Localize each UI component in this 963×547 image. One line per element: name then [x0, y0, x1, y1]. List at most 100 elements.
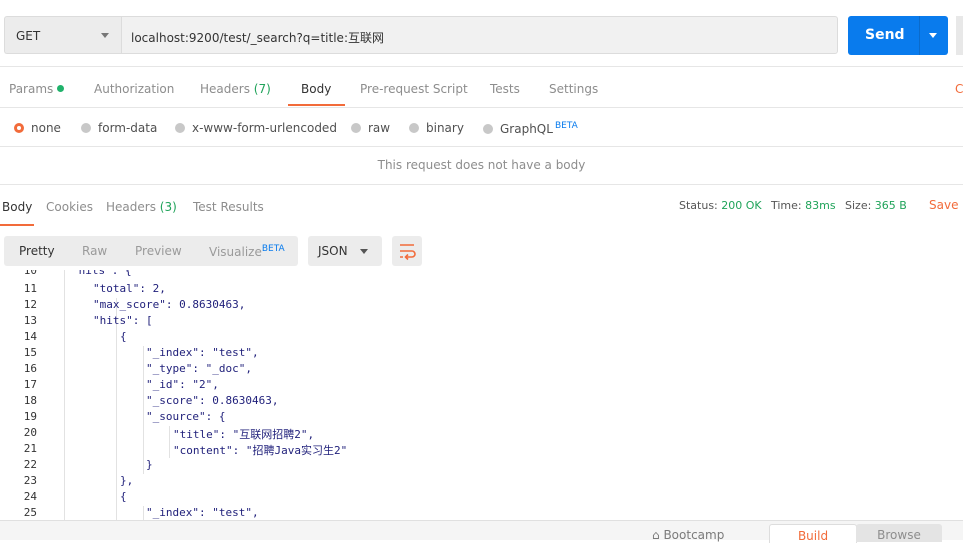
code-text: },: [120, 474, 134, 487]
tab-label: Tests: [490, 82, 520, 96]
code-line: 14 {: [0, 330, 963, 346]
tab-label: Body: [2, 200, 33, 214]
send-button[interactable]: Send: [848, 16, 919, 55]
url-value: localhost:9200/test/_search?q=title:互联网: [131, 31, 384, 45]
code-text: "_type": "_doc",: [146, 362, 252, 375]
size-label: Size:: [845, 199, 872, 212]
tab-authorization[interactable]: Authorization: [94, 82, 174, 96]
code-text: "_source": {: [146, 410, 226, 423]
code-text: "hits": [: [93, 314, 153, 327]
code-line: 21 "content": "招聘Java实习生2": [0, 442, 963, 458]
beta-badge: BETA: [554, 121, 578, 131]
tab-body[interactable]: Body: [301, 82, 331, 96]
code-text: "_score": 0.8630463,: [146, 394, 279, 407]
save-response-button[interactable]: Save R: [929, 198, 963, 212]
tab-label: Pre-request Script: [360, 82, 468, 96]
line-number: 13: [23, 314, 37, 327]
line-number: 10: [23, 270, 37, 277]
tab-label: Params: [9, 82, 54, 96]
view-raw-button[interactable]: Raw: [82, 244, 107, 258]
radio-graphql[interactable]: GraphQL BETA: [483, 121, 578, 136]
radio-icon: [81, 123, 91, 133]
radio-icon: [351, 123, 361, 133]
view-mode-group: Pretty Raw Preview VisualizeBETA: [4, 236, 298, 266]
code-line: 13 "hits": [: [0, 314, 963, 330]
tab-label: Authorization: [94, 82, 175, 96]
radio-raw[interactable]: raw: [351, 121, 390, 135]
build-tab[interactable]: Build: [769, 524, 857, 543]
response-code-view[interactable]: 10 "hits": {11 "total": 2, 12 "max_score": 0…: [0, 270, 963, 520]
save-button-edge[interactable]: [956, 16, 963, 55]
tab-pre-request-script[interactable]: Pre-request Script: [360, 82, 468, 96]
tab-count: (7): [253, 82, 271, 96]
send-label: Send: [865, 27, 905, 43]
tab-tests[interactable]: Tests: [490, 82, 520, 96]
radio-icon: [175, 123, 185, 133]
wrap-lines-button[interactable]: [392, 236, 422, 266]
line-number: 22: [23, 458, 37, 471]
method-select[interactable]: GET: [4, 16, 121, 54]
radio-label: none: [31, 121, 61, 135]
code-line: 15 "_index": "test",: [0, 346, 963, 362]
code-text: "total": 2,: [93, 282, 166, 295]
view-pretty-button[interactable]: Pretty: [19, 244, 55, 258]
line-number: 24: [23, 490, 37, 503]
format-select[interactable]: JSON: [308, 236, 382, 266]
time-readout: Time: 83ms: [771, 199, 836, 212]
line-number: 21: [23, 442, 37, 455]
line-number: 14: [23, 330, 37, 343]
cookies-link[interactable]: C: [955, 82, 963, 96]
radio-label: GraphQL: [500, 122, 553, 136]
bootcamp-link[interactable]: ⌂ Bootcamp: [652, 528, 724, 542]
tab-headers[interactable]: Headers (7): [200, 82, 271, 96]
code-line: 22}: [0, 458, 963, 474]
tab-params[interactable]: Params: [9, 82, 65, 96]
view-visualize-button[interactable]: VisualizeBETA: [209, 244, 285, 259]
tab-settings[interactable]: Settings: [549, 82, 598, 96]
line-number: 16: [23, 362, 37, 375]
code-line: 20 "title": "互联网招聘2",: [0, 426, 963, 442]
radio-none[interactable]: none: [14, 121, 61, 135]
active-tab-indicator: [288, 104, 345, 106]
status-readout: Status: 200 OK: [679, 199, 762, 212]
code-text: "max_score": 0.8630463,: [93, 298, 246, 311]
bootcamp-label: Bootcamp: [663, 528, 725, 542]
status-value: 200 OK: [721, 199, 762, 212]
line-number: 18: [23, 394, 37, 407]
tab-label: Body: [301, 82, 332, 96]
params-indicator-dot: [57, 85, 65, 92]
code-text: "content": "招聘Java实习生2": [173, 444, 348, 457]
tab-label: Headers: [200, 82, 250, 96]
radio-label: raw: [368, 121, 391, 135]
radio-form-data[interactable]: form-data: [81, 121, 157, 135]
browse-tab[interactable]: Browse: [856, 524, 942, 542]
code-line: 25 "_index": "test",: [0, 506, 963, 520]
response-tab-body[interactable]: Body: [2, 200, 32, 214]
divider: [0, 66, 963, 67]
view-preview-button[interactable]: Preview: [135, 244, 182, 258]
divider: [0, 107, 963, 108]
line-number: 15: [23, 346, 37, 359]
method-label: GET: [16, 29, 41, 43]
radio-binary[interactable]: binary: [409, 121, 464, 135]
time-value: 83ms: [805, 199, 836, 212]
code-line: 18 "_score": 0.8630463,: [0, 394, 963, 410]
radio-label: x-www-form-urlencoded: [192, 121, 337, 135]
send-options-button[interactable]: [919, 16, 948, 55]
chevron-down-icon: [929, 33, 937, 38]
beta-badge: BETA: [261, 244, 285, 254]
no-body-message: This request does not have a body: [377, 158, 586, 172]
response-tab-headers[interactable]: Headers (3): [106, 200, 177, 214]
url-input[interactable]: localhost:9200/test/_search?q=title:互联网: [121, 16, 838, 54]
radio-selected-icon: [14, 123, 24, 133]
response-tab-test-results[interactable]: Test Results: [193, 200, 264, 214]
code-text: {: [120, 490, 127, 503]
radio-x-www-form-urlencoded[interactable]: x-www-form-urlencoded: [175, 121, 337, 135]
tab-label: Settings: [549, 82, 599, 96]
response-tab-cookies[interactable]: Cookies: [46, 200, 93, 214]
line-number: 23: [23, 474, 37, 487]
chevron-down-icon: [360, 249, 368, 254]
radio-icon: [409, 123, 419, 133]
size-value: 365 B: [874, 199, 907, 212]
radio-icon: [483, 124, 493, 134]
